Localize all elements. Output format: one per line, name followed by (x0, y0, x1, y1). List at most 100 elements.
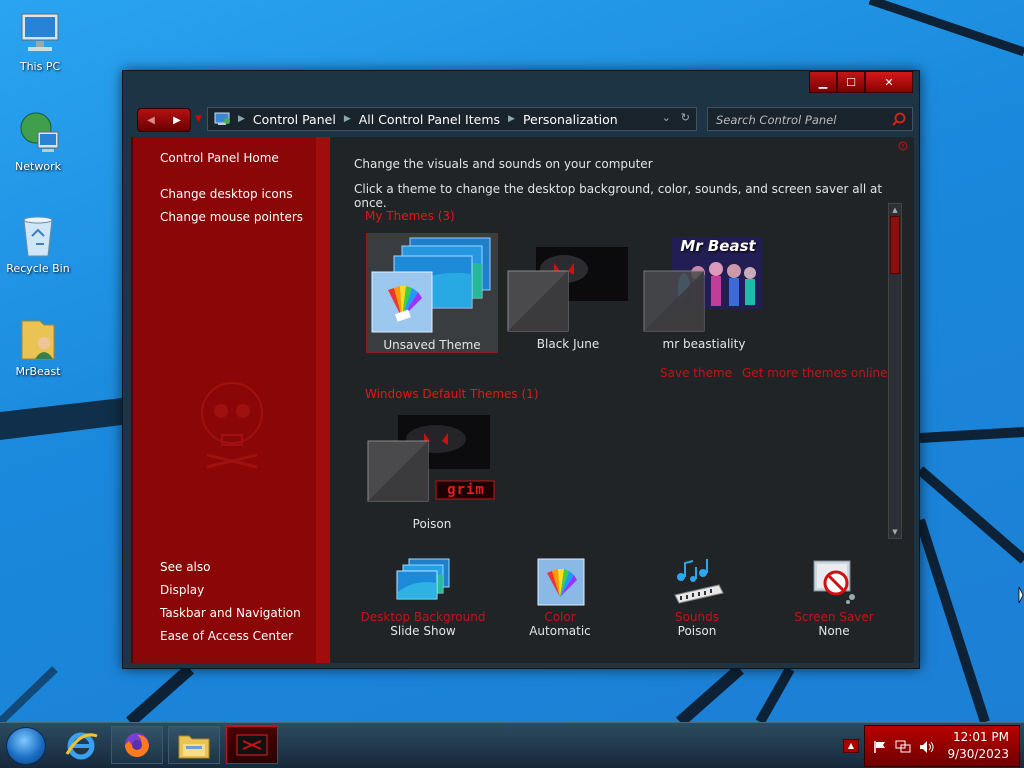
network-tray-icon[interactable] (895, 740, 911, 754)
desktop-icon-network[interactable]: Network (0, 110, 76, 173)
window-controls: ▁ ☐ ✕ (809, 71, 913, 93)
internet-explorer-icon (65, 732, 98, 760)
setting-value: Slide Show (390, 624, 456, 638)
save-theme-link[interactable]: Save theme (660, 366, 732, 380)
taskbar-file-explorer[interactable] (168, 726, 220, 764)
scroll-up-icon[interactable]: ▲ (890, 205, 900, 215)
clock-date: 9/30/2023 (947, 747, 1009, 761)
desktop-background-icon (396, 558, 450, 600)
recent-pages-button[interactable]: ▼ (195, 114, 202, 124)
action-center-flag-icon[interactable] (873, 740, 887, 754)
theme-unsaved[interactable]: Unsaved Theme (366, 233, 498, 353)
breadcrumb-personalization[interactable]: Personalization (523, 112, 618, 127)
color-palette-icon (537, 558, 585, 606)
display-link[interactable]: Display (160, 583, 204, 597)
svg-text:?: ? (901, 143, 905, 151)
theme-name: mr beastiality (662, 337, 746, 351)
breadcrumb-all-items[interactable]: All Control Panel Items (359, 112, 500, 127)
desktop-icon-mrbeast[interactable]: MrBeast (0, 315, 76, 378)
maximize-button[interactable]: ☐ (837, 71, 865, 93)
file-explorer-icon (178, 735, 210, 759)
search-icon[interactable] (892, 112, 906, 126)
control-panel-home-link[interactable]: Control Panel Home (160, 151, 279, 165)
desktop-icon-recycle-bin[interactable]: Recycle Bin (0, 212, 76, 275)
show-hidden-icons-button[interactable]: ▲ (843, 739, 859, 753)
theme-mr-beastiality[interactable]: Mr Beast mr beastiality (638, 233, 770, 353)
setting-title[interactable]: Screen Saver (764, 610, 904, 624)
breadcrumb-separator: ▶ (238, 114, 245, 124)
setting-value: Automatic (529, 624, 591, 638)
content-pane: ? Change the visuals and sounds on your … (330, 137, 914, 663)
screen-saver-setting[interactable]: Screen Saver None (764, 557, 904, 638)
system-tray: 12:01 PM 9/30/2023 (864, 725, 1020, 767)
left-pane: Control Panel Home Change desktop icons … (131, 137, 330, 663)
title-bar[interactable]: ▁ ☐ ✕ (123, 71, 919, 101)
ease-of-access-link[interactable]: Ease of Access Center (160, 629, 293, 643)
chevron-down-icon[interactable]: ⌄ (662, 111, 671, 124)
page-heading: Change the visuals and sounds on your co… (354, 157, 653, 171)
clock[interactable]: 12:01 PM 9/30/2023 (947, 729, 1009, 763)
change-mouse-pointers-link[interactable]: Change mouse pointers (160, 210, 303, 224)
setting-value: None (818, 624, 850, 638)
page-subheading: Click a theme to change the desktop back… (354, 182, 883, 210)
navigation-bar: ◀ ▶ ▼ ▶ Control Panel ▶ All Control Pane… (135, 107, 913, 133)
themes-scrollbar[interactable]: ▲ ▼ (888, 203, 902, 539)
search-input[interactable] (714, 111, 888, 129)
back-button[interactable]: ◀ (138, 109, 164, 131)
get-more-themes-link[interactable]: Get more themes online (742, 366, 888, 380)
sounds-setting[interactable]: Sounds Poison (627, 557, 767, 638)
close-button[interactable]: ✕ (865, 71, 913, 93)
taskbar-navigation-link[interactable]: Taskbar and Navigation (160, 606, 301, 620)
network-icon (14, 110, 62, 158)
theme-thumbnail (507, 247, 628, 332)
personalization-icon (236, 734, 268, 756)
control-panel-icon (214, 112, 230, 125)
volume-icon[interactable] (919, 740, 935, 754)
forward-button[interactable]: ▶ (164, 109, 190, 131)
computer-icon (16, 10, 64, 58)
address-tools: ⌄ ↻ (662, 111, 690, 124)
taskbar-personalization[interactable] (226, 726, 278, 764)
setting-title[interactable]: Color (490, 610, 630, 624)
mouse-cursor-icon (1018, 586, 1024, 604)
personalization-window: ▁ ☐ ✕ ◀ ▶ ▼ ▶ Control Panel ▶ All Contro… (122, 70, 920, 669)
clock-time: 12:01 PM (953, 730, 1009, 744)
taskbar-firefox[interactable] (111, 726, 163, 764)
setting-title[interactable]: Sounds (627, 610, 767, 624)
theme-name: Poison (412, 517, 452, 531)
firefox-icon (125, 733, 149, 757)
theme-name: Unsaved Theme (383, 338, 481, 352)
tray-icons (873, 740, 935, 754)
theme-thumbnail (367, 415, 495, 502)
breadcrumb-separator[interactable]: ▶ (344, 114, 351, 124)
breadcrumb-separator[interactable]: ▶ (508, 114, 515, 124)
refresh-icon[interactable]: ↻ (681, 111, 690, 124)
user-folder-icon (14, 315, 62, 363)
start-button[interactable] (6, 727, 46, 765)
desktop-background-setting[interactable]: Desktop Background Slide Show (353, 557, 493, 638)
screen-saver-icon (813, 560, 855, 604)
setting-value: Poison (677, 624, 717, 638)
scroll-down-icon[interactable]: ▼ (890, 527, 900, 537)
taskbar-internet-explorer[interactable] (55, 726, 107, 764)
skull-watermark-icon (201, 382, 263, 469)
desktop-icon-this-pc[interactable]: This PC (2, 10, 78, 73)
color-setting[interactable]: Color Automatic (490, 557, 630, 638)
change-desktop-icons-link[interactable]: Change desktop icons (160, 187, 293, 201)
recycle-bin-icon (14, 212, 62, 260)
breadcrumb: ▶ Control Panel ▶ All Control Panel Item… (238, 112, 618, 127)
theme-badge: grim (447, 482, 485, 498)
help-icon[interactable]: ? (898, 141, 908, 151)
theme-name: Black June (536, 337, 600, 351)
search-box[interactable] (707, 107, 913, 131)
setting-title[interactable]: Desktop Background (353, 610, 493, 624)
breadcrumb-control-panel[interactable]: Control Panel (253, 112, 336, 127)
scroll-thumb[interactable] (890, 216, 900, 274)
theme-black-june[interactable]: Black June (502, 233, 634, 353)
minimize-button[interactable]: ▁ (809, 71, 837, 93)
sounds-icon (674, 559, 724, 604)
default-themes-heading: Windows Default Themes (1) (365, 387, 539, 401)
theme-thumbnail-text: Mr Beast (680, 237, 756, 255)
theme-poison[interactable]: grim Poison (366, 413, 498, 533)
address-bar[interactable]: ▶ Control Panel ▶ All Control Panel Item… (207, 107, 697, 131)
